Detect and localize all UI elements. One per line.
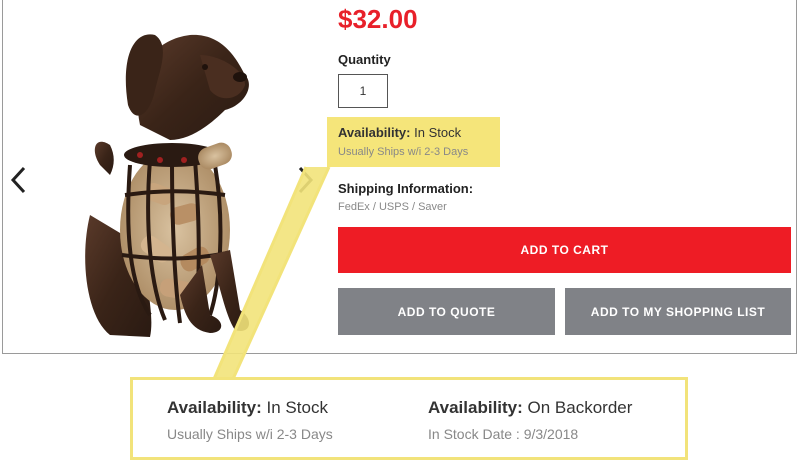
callout-in-stock-title: Availability: In Stock: [167, 398, 333, 418]
callout-in-stock: Availability: In Stock Usually Ships w/i…: [167, 398, 333, 442]
availability-callout: Availability: In Stock Usually Ships w/i…: [130, 377, 688, 460]
callout-backorder-value: On Backorder: [527, 398, 633, 417]
callout-backorder-sub: In Stock Date : 9/3/2018: [428, 426, 579, 442]
callout-in-stock-label: Availability:: [167, 398, 262, 417]
callout-backorder-label: Availability:: [428, 398, 523, 417]
add-to-quote-button[interactable]: ADD TO QUOTE: [338, 288, 555, 335]
add-to-shopping-list-button[interactable]: ADD TO MY SHOPPING LIST: [565, 288, 791, 335]
shipping-value: FedEx / USPS / Saver: [338, 201, 447, 213]
availability-status: Availability: In Stock: [338, 125, 461, 140]
chevron-right-icon[interactable]: [290, 162, 320, 198]
callout-backorder-title: Availability: On Backorder: [428, 398, 632, 418]
quantity-label: Quantity: [338, 52, 391, 67]
ships-text: Usually Ships w/i 2-3 Days: [338, 146, 469, 158]
callout-in-stock-value: In Stock: [266, 398, 328, 417]
product-price: $32.00: [338, 4, 418, 34]
callout-backorder: Availability: On Backorder In Stock Date…: [428, 398, 632, 442]
callout-in-stock-sub: Usually Ships w/i 2-3 Days: [167, 426, 333, 442]
availability-value: In Stock: [414, 125, 462, 140]
availability-label: Availability:: [338, 125, 411, 140]
quantity-input[interactable]: [338, 74, 388, 108]
chevron-left-icon[interactable]: [4, 162, 34, 198]
add-to-cart-button[interactable]: ADD TO CART: [338, 227, 791, 273]
shipping-label: Shipping Information:: [338, 181, 474, 196]
product-image[interactable]: [60, 15, 290, 345]
